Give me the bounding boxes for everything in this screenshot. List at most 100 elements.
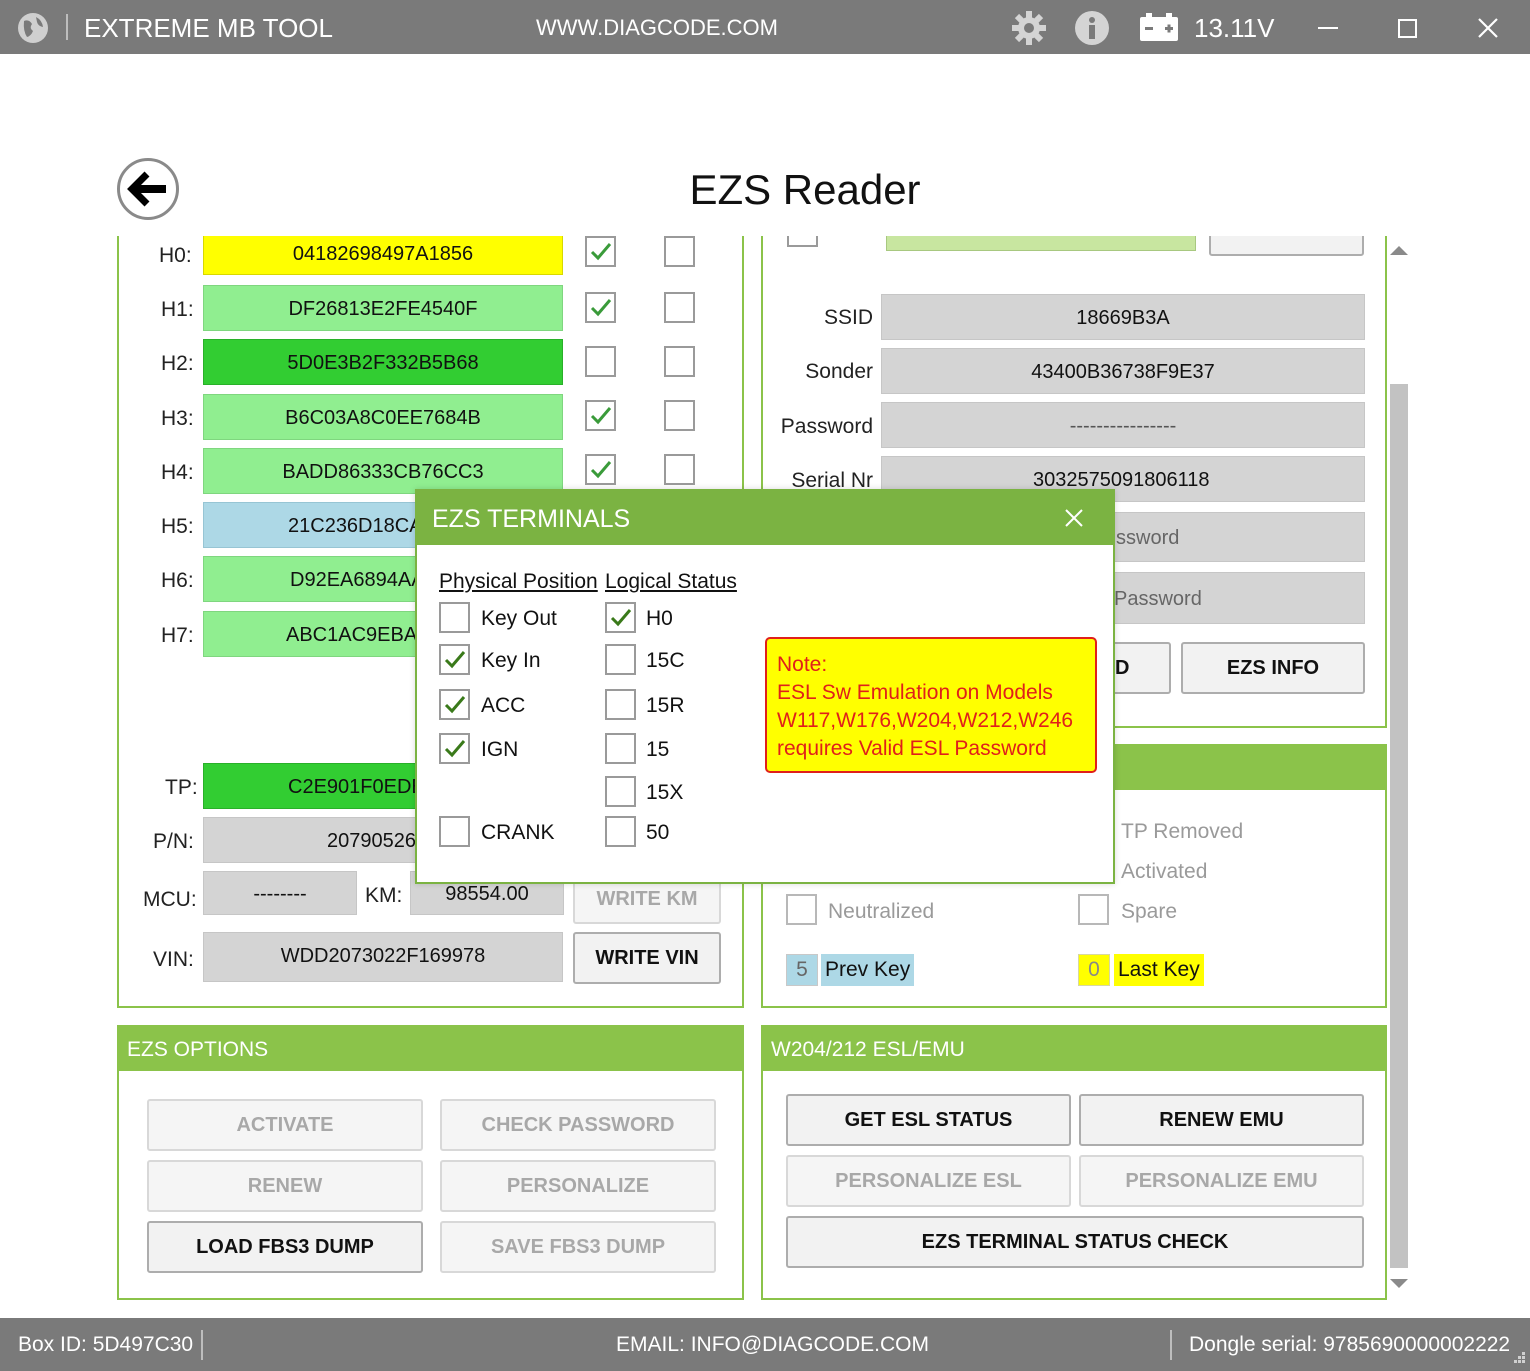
dialog-close-icon[interactable] — [1064, 508, 1084, 528]
ezs-options-panel: EZS OPTIONS ACTIVATE CHECK PASSWORD RENE… — [117, 1025, 744, 1300]
check-password-button[interactable]: CHECK PASSWORD — [440, 1099, 716, 1151]
tp-value: C2E901F0EDB — [288, 776, 425, 798]
key-h1-check2[interactable] — [664, 292, 695, 323]
key-label-h4: H4: — [161, 461, 194, 484]
dialog-header: EZS TERMINALS — [417, 491, 1113, 545]
key-in-label: Key In — [481, 649, 541, 672]
physical-position-header: Physical Position — [439, 570, 598, 593]
scroll-up-arrow-icon[interactable] — [1390, 244, 1408, 256]
scroll-thumb[interactable] — [1390, 384, 1408, 1268]
logical-status-header: Logical Status — [605, 570, 737, 593]
dialog-title: EZS TERMINALS — [432, 505, 631, 533]
personalize-emu-button[interactable]: PERSONALIZE EMU — [1079, 1155, 1364, 1207]
resize-grip-icon[interactable] — [1506, 1348, 1526, 1368]
minimize-icon[interactable] — [1318, 27, 1338, 29]
crank-label: CRANK — [481, 821, 555, 844]
close-icon[interactable] — [1476, 16, 1500, 45]
15r-checkbox[interactable] — [605, 689, 636, 720]
renew-emu-button[interactable]: RENEW EMU — [1079, 1094, 1364, 1146]
key-h3-check1[interactable] — [585, 400, 616, 431]
key-field-h2[interactable]: 5D0E3B2F332B5B68 — [203, 339, 563, 385]
crank-checkbox[interactable] — [439, 816, 470, 847]
acc-checkbox[interactable] — [439, 689, 470, 720]
load-fbs3-dump-button[interactable]: LOAD FBS3 DUMP — [147, 1221, 423, 1273]
obd-field-partial[interactable] — [886, 236, 1196, 251]
key-h0-check1[interactable] — [585, 236, 616, 267]
spare-label: Spare — [1121, 900, 1178, 923]
website-label[interactable]: WWW.DIAGCODE.COM — [536, 15, 778, 41]
15x-checkbox[interactable] — [605, 776, 636, 807]
key-value-h5: 21C236D18CA — [288, 515, 423, 537]
personalize-button[interactable]: PERSONALIZE — [440, 1160, 716, 1212]
title-bar: EXTREME MB TOOL WWW.DIAGCODE.COM 13.11V — [0, 0, 1530, 54]
key-h0-check2[interactable] — [664, 236, 695, 267]
50-checkbox[interactable] — [605, 816, 636, 847]
write-vin-button[interactable]: WRITE VIN — [573, 932, 721, 984]
key-out-checkbox[interactable] — [439, 602, 470, 633]
get-esl-status-button[interactable]: GET ESL STATUS — [786, 1094, 1071, 1146]
globe-icon[interactable] — [16, 11, 50, 50]
status-separator-2 — [1170, 1330, 1172, 1360]
key-label-h5: H5: — [161, 515, 194, 538]
key-field-h4[interactable]: BADD86333CB76CC3 — [203, 448, 563, 494]
note-line-2: W117,W176,W204,W212,W246 — [777, 709, 1074, 732]
save-fbs3-dump-button[interactable]: SAVE FBS3 DUMP — [440, 1221, 716, 1273]
scrollbar[interactable] — [1388, 236, 1410, 1296]
ezs-info-button[interactable]: EZS INFO — [1181, 642, 1365, 694]
key-in-checkbox[interactable] — [439, 644, 470, 675]
maximize-icon[interactable] — [1398, 19, 1417, 38]
password-field[interactable]: ---------------- — [881, 402, 1365, 448]
arrow-left-icon — [127, 171, 166, 207]
personalize-esl-button[interactable]: PERSONALIZE ESL — [786, 1155, 1071, 1207]
neutralized-checkbox[interactable] — [786, 894, 817, 925]
obd-checkbox-partial[interactable] — [787, 236, 818, 247]
title-separator — [66, 14, 68, 40]
voltage-readout: 13.11V — [1194, 13, 1275, 43]
key-h2-check1[interactable] — [585, 346, 616, 377]
key-field-h0[interactable]: 04182698497A1856 — [203, 236, 563, 275]
key-value-h6: D92EA6894AA — [290, 569, 425, 591]
neutralized-label: Neutralized — [828, 900, 935, 923]
sonder-label: Sonder — [805, 360, 873, 383]
ssid-field[interactable]: 18669B3A — [881, 294, 1365, 340]
h0-checkbox[interactable] — [605, 602, 636, 633]
key-h4-check1[interactable] — [585, 454, 616, 485]
help-button-partial[interactable] — [1209, 236, 1364, 256]
key-h4-check2[interactable] — [664, 454, 695, 485]
esl-password-partial: ssword — [1116, 527, 1180, 549]
renew-button[interactable]: RENEW — [147, 1160, 423, 1212]
tp-removed-label: TP Removed — [1121, 820, 1244, 843]
read-button-partial-label: D — [1115, 657, 1130, 679]
ign-checkbox[interactable] — [439, 733, 470, 764]
scroll-down-arrow-icon[interactable] — [1390, 1278, 1408, 1290]
key-field-h3[interactable]: B6C03A8C0EE7684B — [203, 394, 563, 440]
key-h1-check1[interactable] — [585, 292, 616, 323]
key-label-h6: H6: — [161, 569, 194, 592]
note-line-1: ESL Sw Emulation on Models — [777, 681, 1053, 704]
mcu-field[interactable]: -------- — [203, 871, 357, 915]
esl-note-box: Note: ESL Sw Emulation on Models W117,W1… — [765, 637, 1097, 773]
emu-password-partial: Password — [1114, 588, 1202, 610]
activated-label: Activated — [1121, 860, 1208, 883]
email-label[interactable]: EMAIL: INFO@DIAGCODE.COM — [616, 1333, 929, 1357]
note-line-3: requires Valid ESL Password — [777, 737, 1047, 760]
serial-value: 3032575091806118 — [1033, 469, 1210, 491]
key-label-h7: H7: — [161, 624, 194, 647]
vin-field[interactable]: WDD2073022F169978 — [203, 932, 563, 982]
15-checkbox[interactable] — [605, 733, 636, 764]
back-button[interactable] — [117, 158, 179, 220]
info-icon[interactable] — [1073, 9, 1111, 52]
spare-checkbox[interactable] — [1078, 894, 1109, 925]
key-label-h2: H2: — [161, 352, 194, 375]
15c-checkbox[interactable] — [605, 644, 636, 675]
ezs-terminal-status-check-button[interactable]: EZS TERMINAL STATUS CHECK — [786, 1216, 1364, 1268]
key-h2-check2[interactable] — [664, 346, 695, 377]
gear-icon[interactable] — [1010, 9, 1048, 52]
key-field-h1[interactable]: DF26813E2FE4540F — [203, 285, 563, 331]
mcu-label: MCU: — [143, 888, 197, 911]
esl-emu-panel: W204/212 ESL/EMU GET ESL STATUS RENEW EM… — [761, 1025, 1387, 1300]
activate-button[interactable]: ACTIVATE — [147, 1099, 423, 1151]
key-h3-check2[interactable] — [664, 400, 695, 431]
password-label: Password — [780, 415, 873, 438]
sonder-field[interactable]: 43400B36738F9E37 — [881, 348, 1365, 394]
